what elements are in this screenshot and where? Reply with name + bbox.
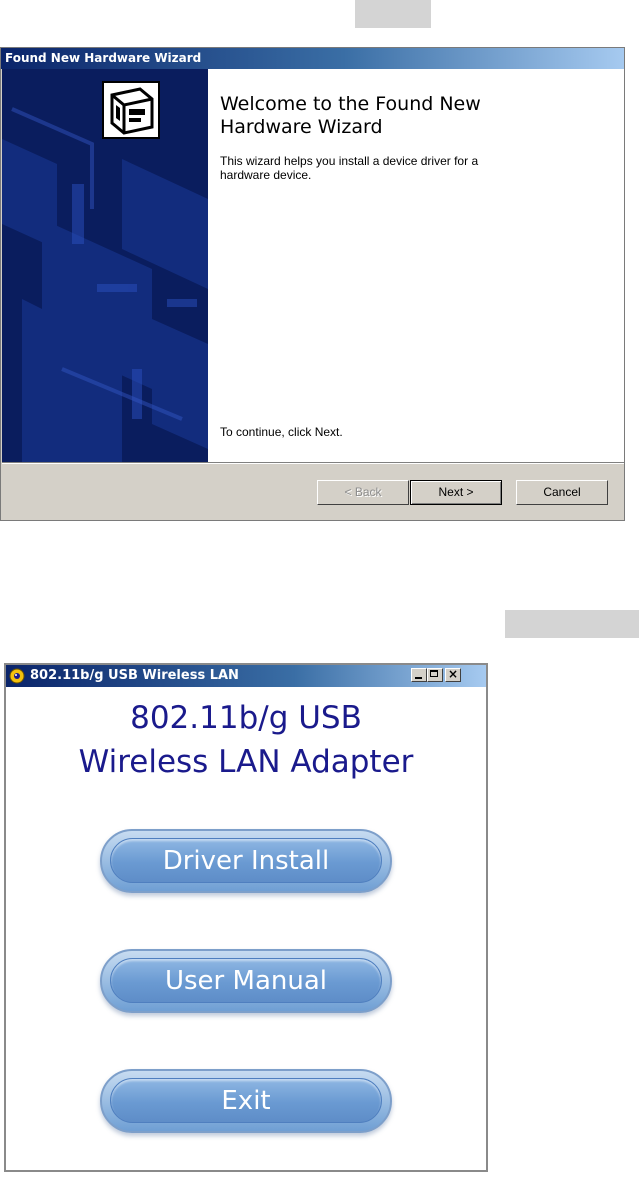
user-manual-label: User Manual: [110, 958, 382, 1003]
wizard-title-bar: Found New Hardware Wizard: [1, 48, 624, 69]
close-button[interactable]: ×: [445, 667, 461, 682]
found-new-hardware-wizard-window: Found New Hardware Wizard Welcome to the…: [0, 47, 625, 521]
minimize-button[interactable]: [411, 668, 427, 682]
next-button[interactable]: Next >: [410, 480, 502, 505]
gray-highlight-middle: [505, 610, 639, 638]
hardware-card-icon: [102, 81, 160, 144]
minimize-icon: [415, 677, 422, 679]
maximize-icon: [430, 670, 438, 677]
wizard-welcome-title: Welcome to the Found New Hardware Wizard: [220, 93, 481, 138]
wizard-content-panel: Welcome to the Found New Hardware Wizard…: [208, 69, 624, 462]
driver-install-label: Driver Install: [110, 838, 382, 883]
gray-highlight-top: [355, 0, 431, 28]
close-icon: ×: [448, 667, 459, 681]
cancel-button[interactable]: Cancel: [516, 480, 608, 505]
wizard-description: This wizard helps you install a device d…: [220, 154, 479, 182]
wizard-continue-text: To continue, click Next.: [220, 425, 343, 439]
exit-button[interactable]: Exit: [100, 1069, 392, 1133]
exit-label: Exit: [110, 1078, 382, 1123]
driver-install-button[interactable]: Driver Install: [100, 829, 392, 893]
maximize-button[interactable]: [427, 668, 443, 682]
wizard-separator: [2, 462, 624, 464]
product-heading-line1: 802.11b/g USB: [130, 700, 362, 736]
autorun-title-text: 802.11b/g USB Wireless LAN: [30, 668, 239, 683]
wireless-lan-autorun-window: 802.11b/g USB Wireless LAN × 802.11b/g U…: [4, 663, 488, 1172]
back-button[interactable]: < Back: [317, 480, 409, 505]
wizard-side-panel: [2, 69, 208, 462]
user-manual-button[interactable]: User Manual: [100, 949, 392, 1013]
app-icon: [9, 668, 25, 684]
autorun-title-bar: 802.11b/g USB Wireless LAN ×: [6, 665, 486, 687]
product-heading-line2: Wireless LAN Adapter: [78, 744, 414, 780]
